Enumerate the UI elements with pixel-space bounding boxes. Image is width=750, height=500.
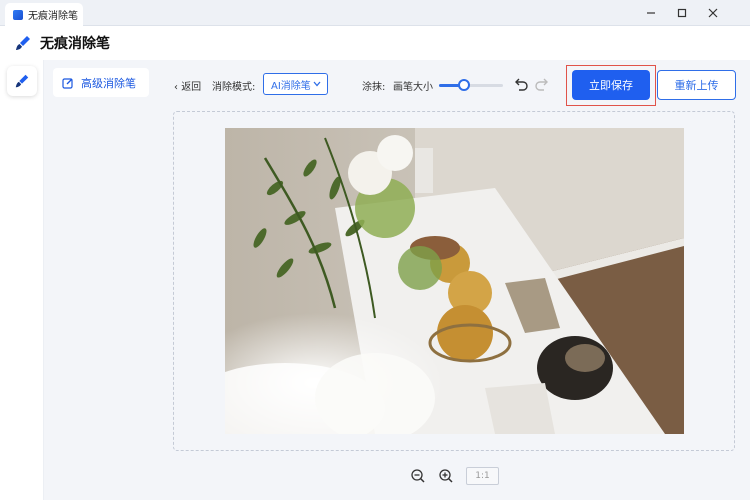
photo-image: [225, 128, 684, 434]
close-window-button[interactable]: [703, 3, 723, 23]
edit-square-icon: [62, 77, 73, 89]
mode-select[interactable]: AI消除笔: [263, 73, 328, 95]
window-tab[interactable]: 无痕消除笔: [5, 3, 83, 26]
brush-icon: [15, 74, 29, 88]
sidebar: 高级消除笔: [44, 60, 158, 500]
left-rail: [0, 60, 44, 500]
zoom-in-icon[interactable]: [438, 468, 454, 484]
chevron-down-icon: [313, 81, 321, 87]
title-bar: 无痕消除笔: [0, 0, 750, 26]
sidebar-item-advanced-eraser[interactable]: 高级消除笔: [53, 68, 149, 97]
minimize-icon: [647, 12, 655, 14]
app-icon: [13, 9, 23, 20]
brush-size-slider[interactable]: [439, 84, 503, 87]
back-button[interactable]: ‹ 返回: [174, 78, 201, 93]
eraser-tool-button[interactable]: [7, 66, 37, 96]
mode-label: 消除模式:: [212, 82, 256, 93]
mode-select-value: AI消除笔: [271, 80, 311, 92]
maximize-icon: [677, 8, 687, 18]
app-header: 无痕消除笔: [0, 26, 750, 60]
actual-size-button[interactable]: 1:1: [466, 467, 499, 485]
erase-label: 涂抹:: [362, 82, 386, 93]
edited-photo[interactable]: [225, 128, 684, 434]
brush-logo-icon: [16, 36, 30, 50]
zoom-out-icon[interactable]: [410, 468, 426, 484]
app-title: 无痕消除笔: [40, 36, 110, 52]
tab-title: 无痕消除笔: [28, 11, 78, 22]
reupload-button[interactable]: 重新上传: [657, 70, 736, 100]
brush-size-label: 画笔大小: [393, 82, 433, 93]
brush-size-slider-thumb[interactable]: [458, 79, 470, 91]
sidebar-item-label: 高级消除笔: [81, 76, 136, 90]
redo-icon[interactable]: [534, 76, 550, 92]
save-now-button[interactable]: 立即保存: [572, 70, 650, 100]
minimize-button[interactable]: [641, 3, 661, 23]
maximize-button[interactable]: [672, 3, 692, 23]
undo-icon[interactable]: [513, 76, 529, 92]
close-icon: [708, 8, 718, 18]
